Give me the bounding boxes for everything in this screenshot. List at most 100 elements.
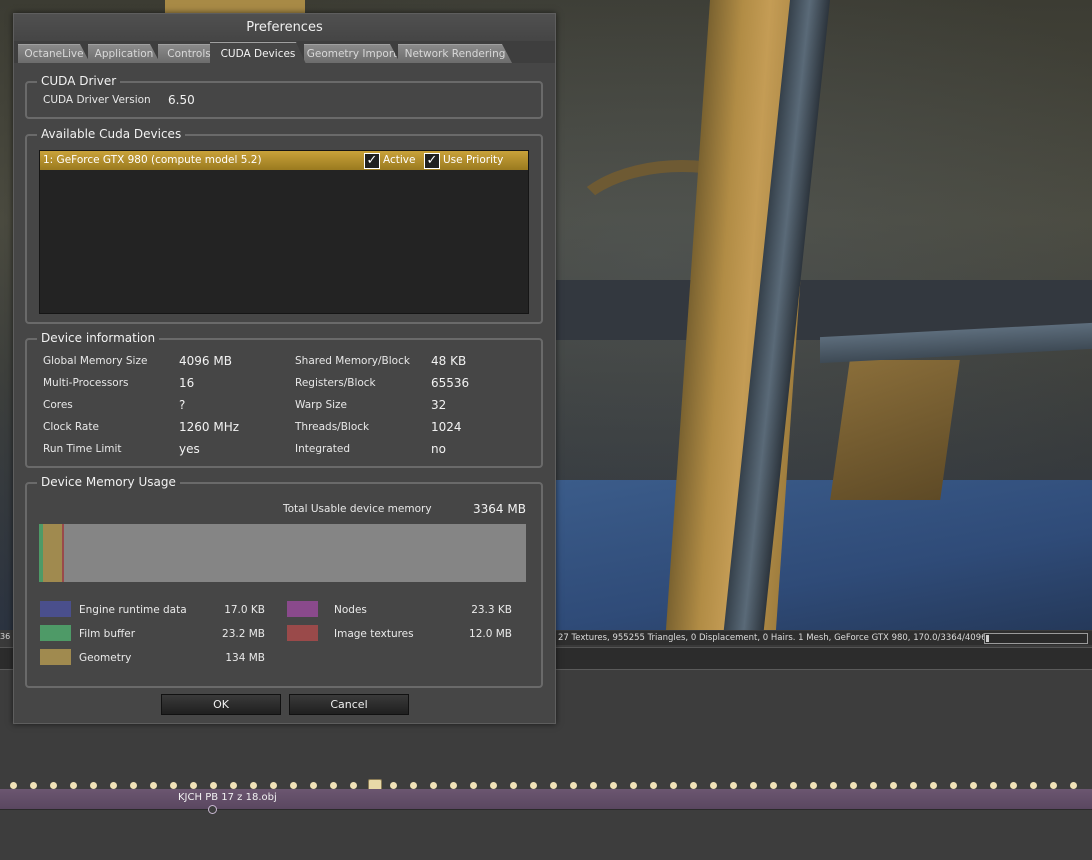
integrated-label: Integrated — [295, 443, 350, 455]
node-input-pin[interactable] — [890, 782, 897, 789]
film-buffer-value: 23.2 MB — [222, 628, 265, 640]
node-input-pin[interactable] — [690, 782, 697, 789]
tab-octanelive[interactable]: OctaneLive — [18, 44, 90, 63]
node-input-pin[interactable] — [650, 782, 657, 789]
node-input-pin[interactable] — [510, 782, 517, 789]
node-input-pin[interactable] — [550, 782, 557, 789]
node-input-pin[interactable] — [930, 782, 937, 789]
active-checkbox[interactable]: ✓ — [364, 153, 380, 169]
tab-network-rendering[interactable]: Network Rendering — [398, 44, 512, 63]
node-input-pin[interactable] — [490, 782, 497, 789]
node-input-pin[interactable] — [150, 782, 157, 789]
node-input-pin[interactable] — [110, 782, 117, 789]
node-input-pin[interactable] — [50, 782, 57, 789]
film-buffer-swatch — [40, 625, 71, 641]
use-priority-checkbox[interactable]: ✓ — [424, 153, 440, 169]
node-input-pin[interactable] — [790, 782, 797, 789]
cores-value: ? — [179, 398, 186, 412]
available-devices-group: Available Cuda Devices 1: GeForce GTX 98… — [25, 126, 543, 324]
multi-processors-value: 16 — [179, 376, 195, 390]
node-input-pin[interactable] — [570, 782, 577, 789]
registers-value: 65536 — [431, 376, 470, 390]
nodes-value: 23.3 KB — [471, 604, 512, 616]
node-input-pin[interactable] — [330, 782, 337, 789]
node-input-pin[interactable] — [70, 782, 77, 789]
node-input-pin[interactable] — [290, 782, 297, 789]
cancel-button[interactable]: Cancel — [289, 694, 409, 715]
node-input-pin[interactable] — [850, 782, 857, 789]
tab-application[interactable]: Application — [88, 44, 160, 63]
device-row[interactable]: 1: GeForce GTX 980 (compute model 5.2) ✓… — [40, 151, 528, 170]
preferences-dialog: Preferences OctaneLive Application Contr… — [13, 13, 556, 724]
image-textures-value: 12.0 MB — [469, 628, 512, 640]
node-input-pin[interactable] — [1050, 782, 1057, 789]
clock-rate-value: 1260 MHz — [179, 420, 240, 434]
available-devices-title: Available Cuda Devices — [37, 126, 186, 142]
node-input-pin[interactable] — [310, 782, 317, 789]
status-left-fragment: 36 — [0, 632, 11, 641]
node-input-pin[interactable] — [910, 782, 917, 789]
node-input-pin[interactable] — [770, 782, 777, 789]
node-input-pin[interactable] — [730, 782, 737, 789]
ok-button[interactable]: OK — [161, 694, 281, 715]
node-input-pin[interactable] — [210, 782, 217, 789]
node-input-pin[interactable] — [830, 782, 837, 789]
global-memory-label: Global Memory Size — [43, 355, 148, 367]
node-input-pin[interactable] — [990, 782, 997, 789]
mesh-node-label: KJCH PB 17 z 18.obj — [178, 792, 277, 803]
node-input-pin[interactable] — [190, 782, 197, 789]
node-input-pin[interactable] — [530, 782, 537, 789]
node-input-pin[interactable] — [710, 782, 717, 789]
node-input-pin[interactable] — [1070, 782, 1077, 789]
node-input-pin[interactable] — [250, 782, 257, 789]
node-input-pin[interactable] — [970, 782, 977, 789]
run-time-limit-label: Run Time Limit — [43, 443, 122, 455]
node-input-pin[interactable] — [410, 782, 417, 789]
warp-size-label: Warp Size — [295, 399, 348, 411]
integrated-value: no — [431, 442, 446, 456]
mesh-node[interactable] — [0, 789, 1092, 810]
node-input-pin[interactable] — [450, 782, 457, 789]
use-priority-label: Use Priority — [443, 154, 504, 166]
node-input-pin[interactable] — [870, 782, 877, 789]
node-input-pin[interactable] — [950, 782, 957, 789]
film-buffer-label: Film buffer — [79, 628, 136, 640]
geometry-swatch — [40, 649, 71, 665]
render-status-bar: 27 Textures, 955255 Triangles, 0 Displac… — [556, 631, 1092, 645]
render-chair — [830, 360, 960, 500]
cuda-driver-version-value: 6.50 — [168, 93, 195, 107]
node-input-pin[interactable] — [590, 782, 597, 789]
node-input-pin[interactable] — [130, 782, 137, 789]
tab-cuda-devices[interactable]: CUDA Devices — [210, 42, 306, 64]
node-input-pin[interactable] — [610, 782, 617, 789]
node-input-pin[interactable] — [350, 782, 357, 789]
multi-processors-label: Multi-Processors — [43, 377, 129, 389]
node-input-pin[interactable] — [90, 782, 97, 789]
mesh-node-output-pin[interactable] — [208, 805, 217, 814]
image-textures-swatch — [287, 625, 318, 641]
tab-geometry-import[interactable]: Geometry Import — [304, 44, 400, 63]
render-status-text: 27 Textures, 955255 Triangles, 0 Displac… — [558, 633, 1003, 643]
memory-usage-title: Device Memory Usage — [37, 474, 180, 490]
node-input-pin[interactable] — [630, 782, 637, 789]
shared-memory-value: 48 KB — [431, 354, 467, 368]
device-list[interactable]: 1: GeForce GTX 980 (compute model 5.2) ✓… — [39, 150, 529, 314]
node-input-pin[interactable] — [390, 782, 397, 789]
engine-runtime-label: Engine runtime data — [79, 604, 187, 616]
render-beam-top — [165, 0, 305, 14]
active-label: Active — [383, 154, 416, 166]
node-input-pin[interactable] — [430, 782, 437, 789]
node-input-pin[interactable] — [1030, 782, 1037, 789]
node-input-pin[interactable] — [30, 782, 37, 789]
total-memory-label: Total Usable device memory — [283, 503, 432, 515]
node-input-pin[interactable] — [750, 782, 757, 789]
node-input-pin[interactable] — [470, 782, 477, 789]
node-input-pin[interactable] — [10, 782, 17, 789]
node-input-pin[interactable] — [670, 782, 677, 789]
memory-usage-group: Device Memory Usage Total Usable device … — [25, 474, 543, 688]
node-input-pin[interactable] — [810, 782, 817, 789]
node-input-pin[interactable] — [270, 782, 277, 789]
node-input-pin[interactable] — [170, 782, 177, 789]
node-input-pin[interactable] — [1010, 782, 1017, 789]
node-input-pin[interactable] — [230, 782, 237, 789]
